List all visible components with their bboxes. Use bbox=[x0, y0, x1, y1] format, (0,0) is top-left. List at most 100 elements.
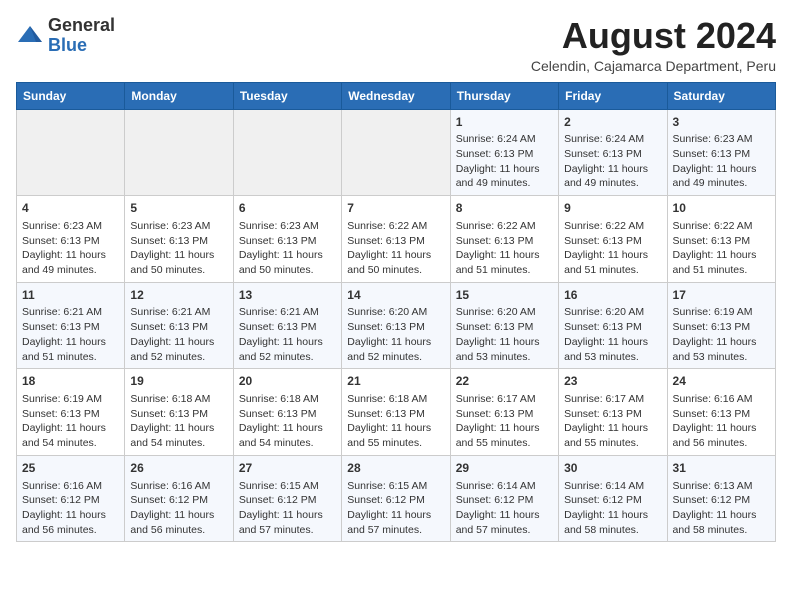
day-number: 30 bbox=[564, 460, 661, 477]
day-info-line: and 58 minutes. bbox=[564, 523, 661, 538]
day-info-line: and 57 minutes. bbox=[347, 523, 444, 538]
day-info-line: Sunset: 6:13 PM bbox=[564, 407, 661, 422]
day-info-line: Sunset: 6:13 PM bbox=[673, 320, 770, 335]
day-number: 18 bbox=[22, 373, 119, 390]
day-info-line: and 50 minutes. bbox=[239, 263, 336, 278]
calendar-cell: 5Sunrise: 6:23 AMSunset: 6:13 PMDaylight… bbox=[125, 196, 233, 283]
day-info-line: Sunset: 6:13 PM bbox=[456, 234, 553, 249]
day-number: 5 bbox=[130, 200, 227, 217]
day-info-line: Sunrise: 6:21 AM bbox=[130, 305, 227, 320]
day-number: 27 bbox=[239, 460, 336, 477]
day-info-line: Sunset: 6:12 PM bbox=[564, 493, 661, 508]
day-info-line: and 52 minutes. bbox=[130, 350, 227, 365]
day-number: 11 bbox=[22, 287, 119, 304]
day-info-line: and 49 minutes. bbox=[673, 176, 770, 191]
calendar-week-row: 18Sunrise: 6:19 AMSunset: 6:13 PMDayligh… bbox=[17, 369, 776, 456]
day-info-line: and 53 minutes. bbox=[673, 350, 770, 365]
day-number: 29 bbox=[456, 460, 553, 477]
calendar-cell: 11Sunrise: 6:21 AMSunset: 6:13 PMDayligh… bbox=[17, 282, 125, 369]
day-info-line: and 54 minutes. bbox=[22, 436, 119, 451]
calendar-week-row: 1Sunrise: 6:24 AMSunset: 6:13 PMDaylight… bbox=[17, 109, 776, 196]
calendar-cell: 6Sunrise: 6:23 AMSunset: 6:13 PMDaylight… bbox=[233, 196, 341, 283]
calendar-table: SundayMondayTuesdayWednesdayThursdayFrid… bbox=[16, 82, 776, 543]
day-info-line: and 50 minutes. bbox=[347, 263, 444, 278]
day-number: 1 bbox=[456, 114, 553, 131]
day-of-week-header: Saturday bbox=[667, 82, 775, 109]
day-info-line: Daylight: 11 hours bbox=[130, 248, 227, 263]
logo: General Blue bbox=[16, 16, 115, 56]
day-info-line: Sunrise: 6:20 AM bbox=[456, 305, 553, 320]
day-info-line: Sunset: 6:13 PM bbox=[22, 234, 119, 249]
day-info-line: Sunset: 6:12 PM bbox=[347, 493, 444, 508]
day-info-line: Sunrise: 6:13 AM bbox=[673, 479, 770, 494]
day-info-line: Sunset: 6:13 PM bbox=[22, 320, 119, 335]
calendar-cell: 25Sunrise: 6:16 AMSunset: 6:12 PMDayligh… bbox=[17, 455, 125, 542]
calendar-header-row: SundayMondayTuesdayWednesdayThursdayFrid… bbox=[17, 82, 776, 109]
day-info-line: Daylight: 11 hours bbox=[564, 421, 661, 436]
day-info-line: Sunset: 6:13 PM bbox=[130, 407, 227, 422]
day-info-line: Sunset: 6:13 PM bbox=[130, 320, 227, 335]
calendar-cell: 14Sunrise: 6:20 AMSunset: 6:13 PMDayligh… bbox=[342, 282, 450, 369]
day-info-line: Sunrise: 6:22 AM bbox=[564, 219, 661, 234]
day-info-line: Sunset: 6:13 PM bbox=[347, 407, 444, 422]
day-info-line: Daylight: 11 hours bbox=[564, 508, 661, 523]
day-info-line: Daylight: 11 hours bbox=[456, 248, 553, 263]
calendar-cell: 7Sunrise: 6:22 AMSunset: 6:13 PMDaylight… bbox=[342, 196, 450, 283]
day-info-line: Sunrise: 6:20 AM bbox=[564, 305, 661, 320]
day-info-line: Sunrise: 6:15 AM bbox=[347, 479, 444, 494]
day-number: 16 bbox=[564, 287, 661, 304]
day-info-line: Daylight: 11 hours bbox=[564, 248, 661, 263]
day-number: 21 bbox=[347, 373, 444, 390]
day-info-line: Sunset: 6:13 PM bbox=[564, 147, 661, 162]
day-info-line: and 49 minutes. bbox=[564, 176, 661, 191]
calendar-cell bbox=[17, 109, 125, 196]
day-info-line: and 52 minutes. bbox=[347, 350, 444, 365]
day-info-line: Daylight: 11 hours bbox=[130, 508, 227, 523]
calendar-week-row: 11Sunrise: 6:21 AMSunset: 6:13 PMDayligh… bbox=[17, 282, 776, 369]
month-year-title: August 2024 bbox=[531, 16, 776, 56]
calendar-cell bbox=[125, 109, 233, 196]
day-info-line: and 53 minutes. bbox=[564, 350, 661, 365]
day-info-line: Sunrise: 6:17 AM bbox=[564, 392, 661, 407]
day-number: 9 bbox=[564, 200, 661, 217]
calendar-cell: 19Sunrise: 6:18 AMSunset: 6:13 PMDayligh… bbox=[125, 369, 233, 456]
day-info-line: and 49 minutes. bbox=[456, 176, 553, 191]
day-info-line: Daylight: 11 hours bbox=[564, 335, 661, 350]
day-info-line: Sunrise: 6:24 AM bbox=[564, 132, 661, 147]
calendar-cell: 31Sunrise: 6:13 AMSunset: 6:12 PMDayligh… bbox=[667, 455, 775, 542]
day-info-line: and 51 minutes. bbox=[456, 263, 553, 278]
title-block: August 2024 Celendin, Cajamarca Departme… bbox=[531, 16, 776, 74]
calendar-cell: 10Sunrise: 6:22 AMSunset: 6:13 PMDayligh… bbox=[667, 196, 775, 283]
calendar-cell bbox=[233, 109, 341, 196]
calendar-cell: 20Sunrise: 6:18 AMSunset: 6:13 PMDayligh… bbox=[233, 369, 341, 456]
day-info-line: and 56 minutes. bbox=[22, 523, 119, 538]
day-info-line: Sunrise: 6:21 AM bbox=[239, 305, 336, 320]
day-info-line: Daylight: 11 hours bbox=[456, 421, 553, 436]
day-info-line: and 51 minutes. bbox=[22, 350, 119, 365]
day-number: 28 bbox=[347, 460, 444, 477]
day-info-line: and 55 minutes. bbox=[347, 436, 444, 451]
day-info-line: Sunset: 6:13 PM bbox=[564, 320, 661, 335]
day-number: 25 bbox=[22, 460, 119, 477]
day-info-line: Sunrise: 6:15 AM bbox=[239, 479, 336, 494]
day-info-line: Sunset: 6:13 PM bbox=[239, 320, 336, 335]
day-info-line: Sunrise: 6:16 AM bbox=[130, 479, 227, 494]
day-info-line: Daylight: 11 hours bbox=[456, 508, 553, 523]
day-info-line: Daylight: 11 hours bbox=[239, 248, 336, 263]
day-number: 10 bbox=[673, 200, 770, 217]
calendar-cell: 29Sunrise: 6:14 AMSunset: 6:12 PMDayligh… bbox=[450, 455, 558, 542]
day-of-week-header: Monday bbox=[125, 82, 233, 109]
day-info-line: and 54 minutes. bbox=[239, 436, 336, 451]
day-number: 3 bbox=[673, 114, 770, 131]
day-number: 23 bbox=[564, 373, 661, 390]
day-info-line: and 50 minutes. bbox=[130, 263, 227, 278]
day-info-line: Daylight: 11 hours bbox=[347, 248, 444, 263]
day-info-line: and 55 minutes. bbox=[456, 436, 553, 451]
calendar-week-row: 4Sunrise: 6:23 AMSunset: 6:13 PMDaylight… bbox=[17, 196, 776, 283]
day-info-line: and 54 minutes. bbox=[130, 436, 227, 451]
calendar-cell: 12Sunrise: 6:21 AMSunset: 6:13 PMDayligh… bbox=[125, 282, 233, 369]
page-header: General Blue August 2024 Celendin, Cajam… bbox=[16, 16, 776, 74]
day-info-line: Sunrise: 6:19 AM bbox=[22, 392, 119, 407]
day-info-line: Sunset: 6:13 PM bbox=[673, 147, 770, 162]
calendar-cell: 3Sunrise: 6:23 AMSunset: 6:13 PMDaylight… bbox=[667, 109, 775, 196]
